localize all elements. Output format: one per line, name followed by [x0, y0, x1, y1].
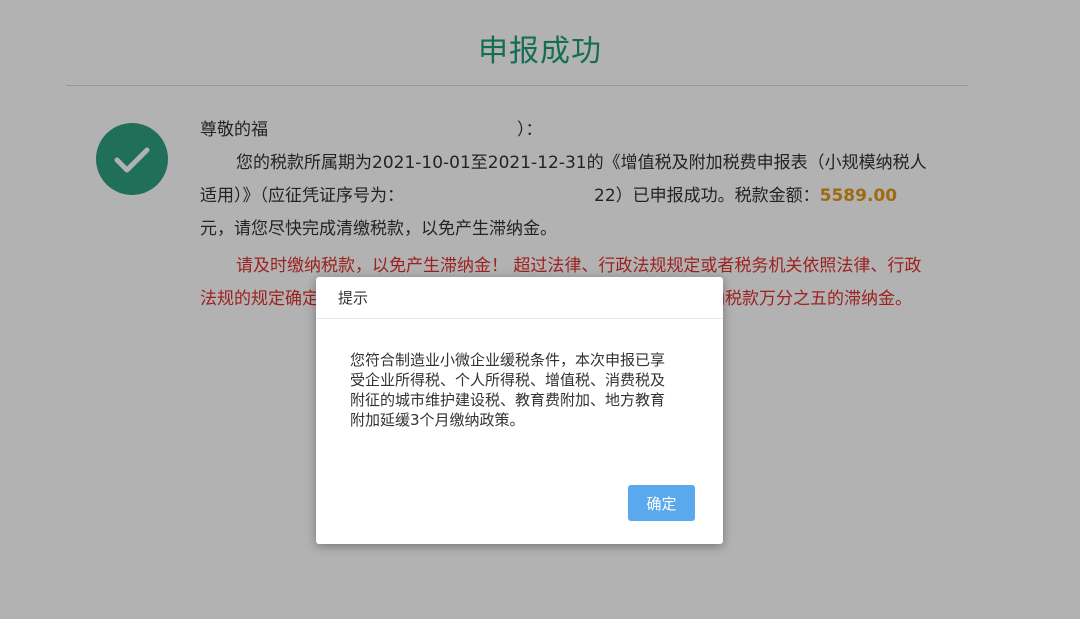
dialog-message-line: 您符合制造业小微企业缓税条件，本次申报已享 — [350, 351, 666, 369]
dialog-message-line: 附加延缓3个月缴纳政策。 — [350, 411, 525, 429]
dialog-message-line: 受企业所得税、个人所得税、增值税、消费税及 — [350, 371, 666, 389]
dialog-title: 提示 — [316, 277, 723, 319]
dialog-message: 您符合制造业小微企业缓税条件，本次申报已享 受企业所得税、个人所得税、增值税、消… — [350, 350, 695, 430]
dialog-message-line: 附征的城市维护建设税、教育费附加、地方教育 — [350, 391, 666, 409]
ok-button[interactable]: 确定 — [628, 485, 695, 521]
notice-dialog: 提示 您符合制造业小微企业缓税条件，本次申报已享 受企业所得税、个人所得税、增值… — [316, 277, 723, 544]
